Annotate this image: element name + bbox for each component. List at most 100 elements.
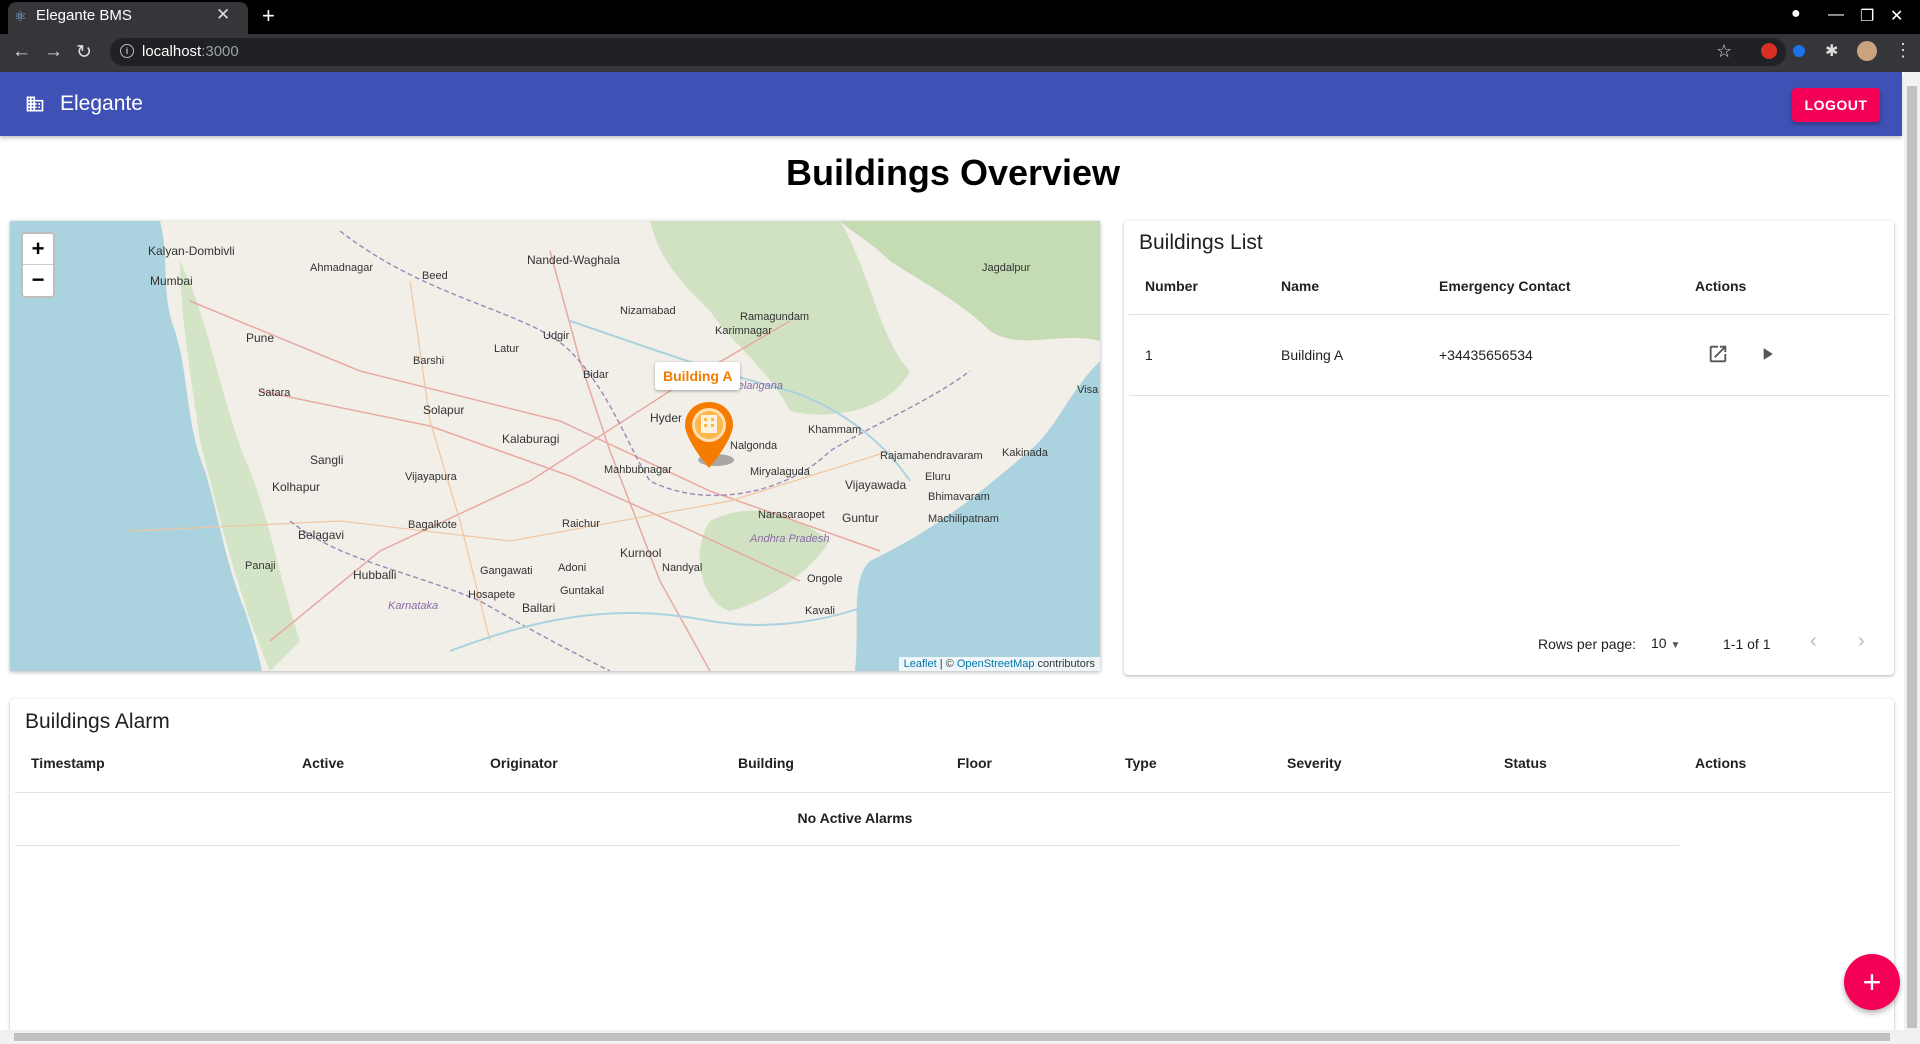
tab-close-icon[interactable]: ✕: [216, 5, 230, 25]
map-place-label: Beed: [422, 270, 448, 282]
domain-building-icon: [26, 96, 44, 112]
map-place-label: Karnataka: [388, 600, 438, 612]
zoom-in-button[interactable]: +: [23, 234, 53, 265]
column-header-building: Building: [738, 755, 794, 771]
column-header-timestamp: Timestamp: [31, 755, 105, 771]
map-place-label: Kurnool: [620, 546, 661, 560]
restore-icon[interactable]: ❐: [1860, 6, 1874, 26]
osm-link[interactable]: OpenStreetMap: [957, 658, 1035, 670]
map-place-label: Visa: [1077, 384, 1099, 396]
map-place-label: Nanded-Waghala: [527, 253, 620, 267]
add-building-button[interactable]: +: [1844, 954, 1900, 1010]
map-place-label: Eluru: [925, 471, 951, 483]
rows-per-page-label: Rows per page:: [1538, 636, 1637, 652]
map-place-label: Hubballi: [353, 568, 396, 582]
app-title: Elegante: [60, 92, 143, 115]
map-place-label: Bhimavaram: [928, 491, 990, 503]
column-header-name: Name: [1281, 278, 1320, 294]
map-place-label: Satara: [258, 387, 291, 399]
column-header-active: Active: [302, 755, 345, 771]
zoom-out-button[interactable]: −: [23, 265, 53, 295]
logout-button[interactable]: LOGOUT: [1792, 88, 1880, 122]
rows-per-page-select[interactable]: 10 ▼: [1651, 635, 1680, 651]
bookmark-star-icon[interactable]: ☆: [1716, 41, 1732, 62]
url-text[interactable]: localhost:3000: [142, 43, 239, 60]
map-place-label: Mumbai: [150, 274, 193, 288]
new-tab-icon[interactable]: +: [262, 3, 275, 29]
map-place-label: Raichur: [562, 518, 600, 530]
buildings-map[interactable]: Kalyan-Dombivli Mumbai Ahmadnagar Beed Nande…: [10, 221, 1100, 671]
pagination-range: 1-1 of 1: [1723, 636, 1771, 652]
browser-menu-icon[interactable]: ⋮: [1894, 40, 1912, 61]
map-place-label: Mahbubnagar: [604, 464, 672, 476]
extensions-puzzle-icon[interactable]: ✱: [1825, 41, 1838, 61]
column-header-floor: Floor: [957, 755, 992, 771]
map-place-label: Jagdalpur: [982, 262, 1031, 274]
map-place-label: Sangli: [310, 453, 343, 467]
column-header-number: Number: [1145, 278, 1198, 294]
column-header-emergency-contact: Emergency Contact: [1439, 278, 1571, 294]
buildings-list-title: Buildings List: [1139, 231, 1263, 254]
react-favicon-icon: ⚛: [14, 8, 27, 24]
open-in-new-icon[interactable]: [1707, 343, 1729, 365]
building-marker-icon[interactable]: [680, 398, 738, 470]
map-place-label: Latur: [494, 343, 519, 355]
map-place-label: Pune: [246, 331, 274, 345]
extension-icon[interactable]: [1793, 45, 1805, 57]
tab-title: Elegante BMS: [36, 7, 132, 24]
map-place-label: Hyder: [650, 411, 682, 425]
map-place-label: Udgir: [543, 330, 570, 342]
next-page-icon[interactable]: ›: [1858, 630, 1865, 653]
map-place-label: Karimnagar: [715, 325, 772, 337]
buildings-alarm-card: [10, 699, 1894, 1044]
map-place-label: Kakinada: [1002, 447, 1049, 459]
horizontal-scrollbar-thumb[interactable]: [14, 1033, 1890, 1041]
alarm-header-divider: [15, 792, 1891, 793]
column-header-status: Status: [1504, 755, 1547, 771]
play-icon[interactable]: [1757, 344, 1777, 364]
map-place-label: Andhra Pradesh: [749, 533, 830, 545]
map-place-label: Kalaburagi: [502, 432, 559, 446]
row-divider: [1129, 395, 1890, 396]
forward-icon[interactable]: →: [44, 41, 63, 63]
close-window-icon[interactable]: ✕: [1890, 6, 1903, 26]
map-place-label: Gangawati: [480, 565, 533, 577]
map-place-label: Miryalaguda: [750, 466, 811, 478]
marker-popup: Building A: [655, 362, 741, 390]
map-place-label: Panaji: [245, 560, 276, 572]
page-title: Buildings Overview: [785, 152, 1121, 193]
map-place-label: Bagalkote: [408, 519, 457, 531]
extension-icon[interactable]: [1761, 43, 1777, 59]
profile-menu-icon[interactable]: ●: [1791, 5, 1801, 23]
minimize-icon[interactable]: —: [1828, 6, 1844, 24]
map-place-label: Nizamabad: [620, 305, 676, 317]
map-place-label: Kalyan-Dombivli: [148, 244, 235, 258]
site-info-icon[interactable]: i: [120, 44, 134, 58]
address-bar[interactable]: [110, 38, 1786, 66]
map-place-label: Adoni: [558, 562, 586, 574]
prev-page-icon[interactable]: ‹: [1810, 630, 1817, 653]
map-attribution: Leaflet | © OpenStreetMap contributors: [898, 657, 1100, 671]
row-number: 1: [1145, 347, 1153, 363]
map-place-label: Hosapete: [468, 589, 515, 601]
map-tiles[interactable]: Kalyan-Dombivli Mumbai Ahmadnagar Beed Nande…: [10, 221, 1100, 671]
app-bar: [0, 72, 1902, 136]
map-place-label: Barshi: [413, 355, 444, 367]
map-place-label: Vijayapura: [405, 471, 458, 483]
browser-tabbar: [0, 0, 1920, 34]
alarm-row-divider: [15, 845, 1679, 846]
avatar[interactable]: [1857, 41, 1877, 61]
map-place-label: Khammam: [808, 424, 861, 436]
leaflet-link[interactable]: Leaflet: [904, 658, 937, 670]
row-contact: +34435656534: [1439, 347, 1533, 363]
back-icon[interactable]: ←: [12, 41, 31, 63]
map-place-label: Belagavi: [298, 528, 344, 542]
map-zoom-control: + −: [21, 232, 55, 298]
map-place-label: Kolhapur: [272, 480, 320, 494]
vertical-scrollbar-thumb[interactable]: [1907, 86, 1917, 1028]
column-header-actions: Actions: [1695, 278, 1747, 294]
reload-icon[interactable]: ↻: [76, 41, 92, 64]
empty-alarms-message: No Active Alarms: [797, 810, 913, 826]
map-place-label: Solapur: [423, 403, 464, 417]
column-header-alarm-actions: Actions: [1695, 755, 1747, 771]
